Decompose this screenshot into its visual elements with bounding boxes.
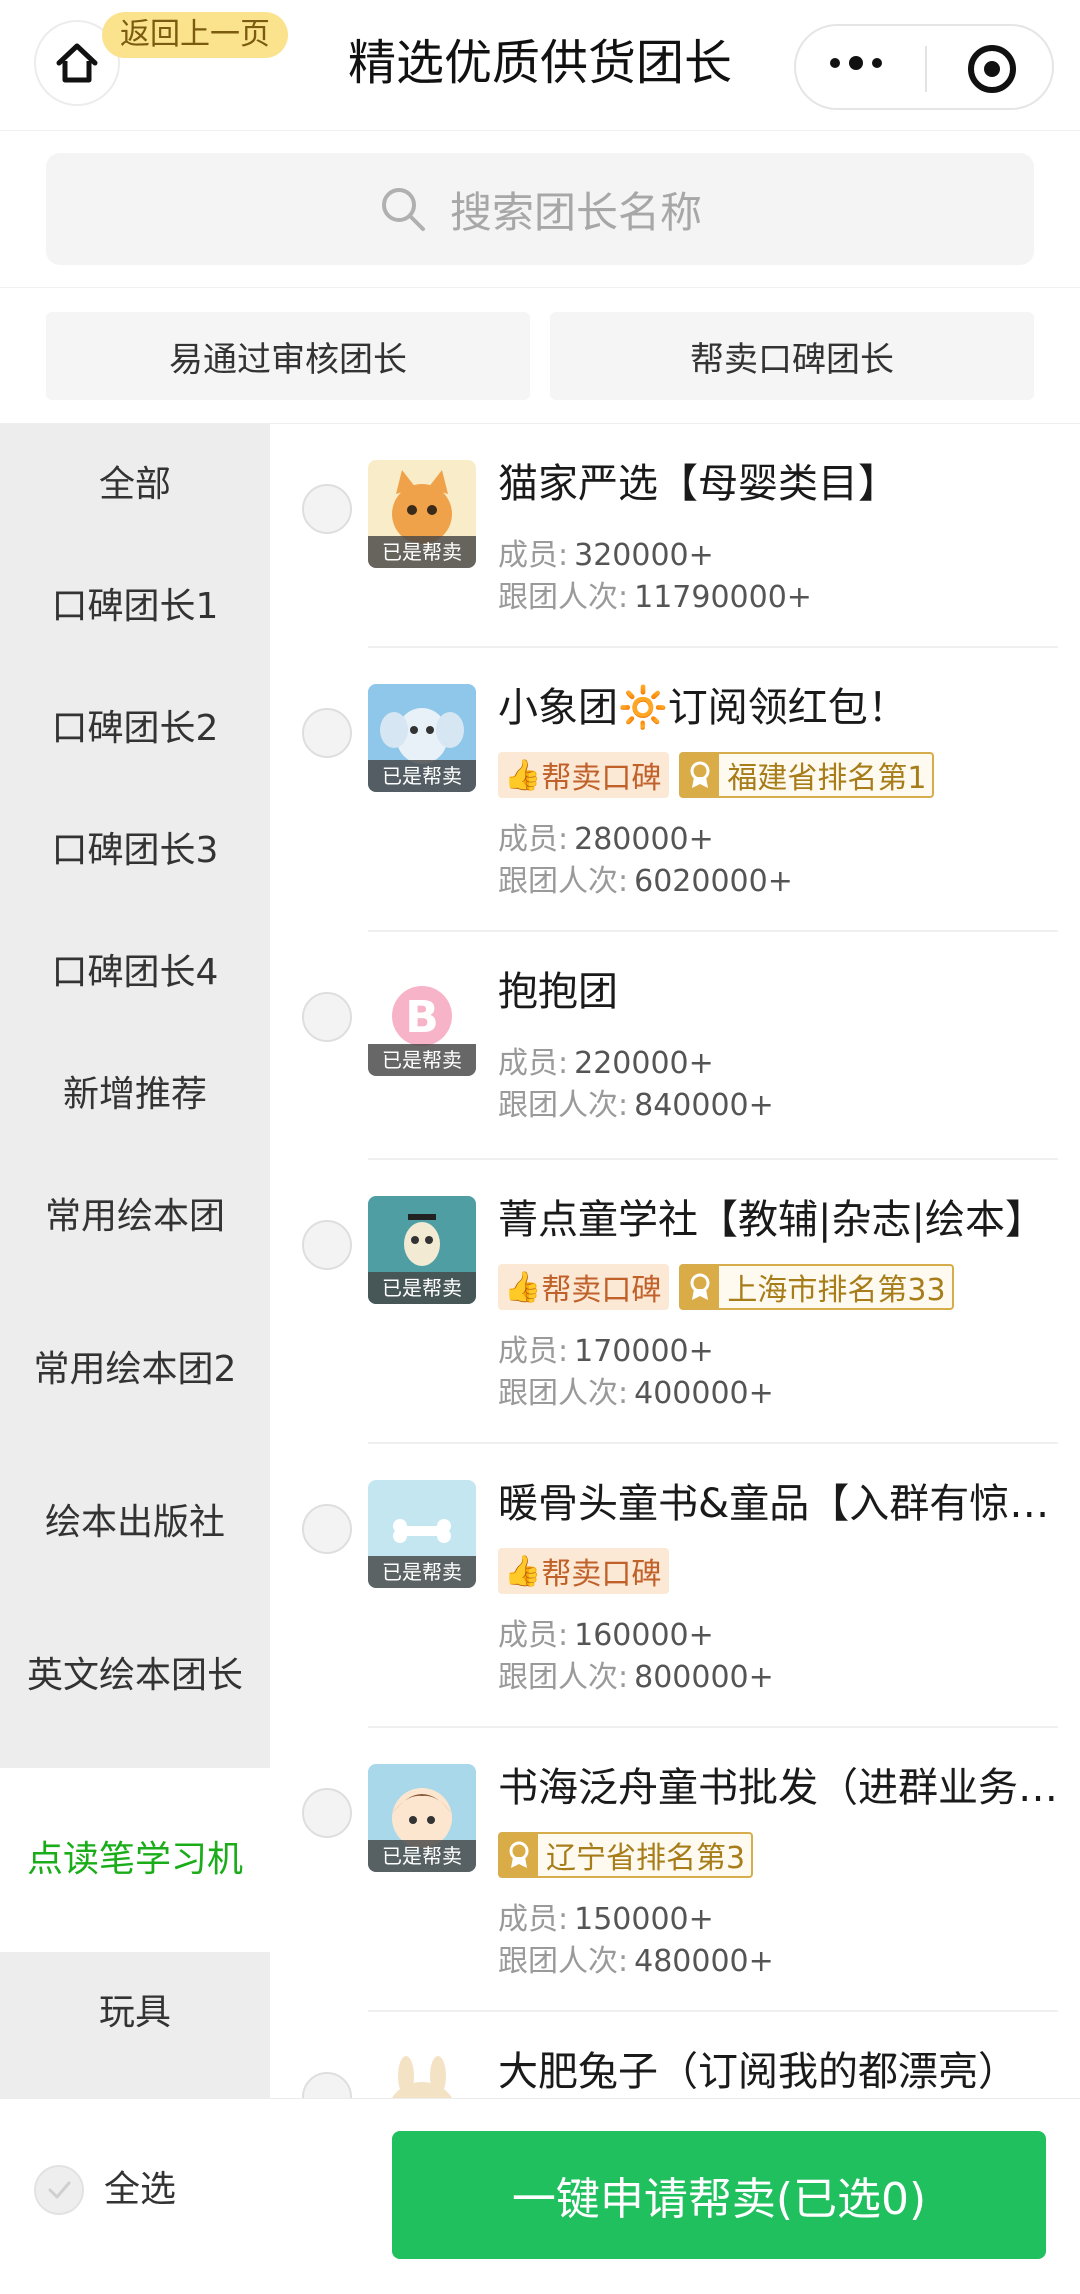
search-area: 搜索团长名称 (0, 130, 1080, 288)
avatar: 已是帮卖 (368, 1480, 476, 1588)
leader-name: 菁点童学社【教辅|杂志|绘本】 (498, 1197, 1045, 1243)
sidebar-item-new[interactable]: 新增推荐 (0, 1034, 270, 1156)
select-all-checkbox[interactable] (34, 2165, 84, 2215)
thumbs-up-icon: 👍 (504, 1269, 542, 1305)
avatar: 已是帮卖 (368, 1196, 476, 1304)
leader-name: 书海泛舟童书批发（进群业务咨询） (498, 1765, 1058, 1811)
select-radio[interactable] (302, 1220, 352, 1270)
leader-name: 猫家严选【母婴类目】 (498, 461, 898, 507)
visits-stat: 跟团人次: 480000+ (498, 1944, 774, 1979)
bottom-action-bar: 全选 一键申请帮卖(已选0) (0, 2098, 1080, 2294)
page-title: 精选优质供货团长 (347, 35, 732, 91)
sidebar-item-praise-4[interactable]: 口碑团长4 (0, 912, 270, 1034)
mini-program-capsule (794, 24, 1054, 110)
search-icon (381, 188, 425, 231)
filter-praise-leaders[interactable]: 帮卖口碑团长 (550, 312, 1034, 400)
capsule-divider (925, 46, 927, 92)
rabbit-avatar-icon (368, 2048, 476, 2098)
list-item[interactable]: 已是帮卖 书海泛舟童书批发（进群业务咨询） 辽宁省排名第3 成员:150000+… (270, 1728, 1080, 2012)
sidebar-item-praise-2[interactable]: 口碑团长2 (0, 668, 270, 790)
medal-icon (681, 1266, 720, 1308)
search-input[interactable]: 搜索团长名称 (46, 153, 1034, 265)
helping-tag: 已是帮卖 (368, 536, 476, 568)
visits-stat: 跟团人次: 6020000+ (498, 864, 793, 899)
helping-tag: 已是帮卖 (368, 1044, 476, 1076)
sidebar-item-reading-pen[interactable]: 点读笔学习机 (0, 1768, 270, 1952)
leader-name: 抱抱团 (498, 969, 618, 1015)
sidebar-item-toys[interactable]: 玩具 (0, 1952, 270, 2074)
medal-icon (681, 754, 720, 796)
praise-badge: 👍 帮卖口碑 (498, 1548, 670, 1594)
visits-stat: 跟团人次: 400000+ (498, 1376, 774, 1411)
rank-badge: 上海市排名第33 (679, 1264, 954, 1310)
target-icon[interactable] (968, 45, 1016, 93)
avatar: 已是帮卖 (368, 684, 476, 792)
sidebar-item-praise-1[interactable]: 口碑团长1 (0, 546, 270, 668)
badge-row: 👍 帮卖口碑 福建省排名第1 (498, 752, 935, 798)
list-item[interactable]: 已是帮卖 菁点童学社【教辅|杂志|绘本】 👍 帮卖口碑 上海市排名第33 成员: 1… (270, 1160, 1080, 1444)
badge-row: 👍 帮卖口碑 (498, 1548, 670, 1594)
more-icon[interactable] (830, 56, 882, 70)
members-stat: 成员: 280000+ (498, 822, 714, 857)
visits-stat: 跟团人次: 11790000+ (498, 580, 812, 615)
select-radio[interactable] (302, 708, 352, 758)
check-icon (48, 2181, 71, 2199)
search-placeholder: 搜索团长名称 (449, 187, 702, 237)
svg-text:B: B (405, 992, 439, 1043)
sidebar-item-all[interactable]: 全部 (0, 424, 270, 546)
members-stat: 成员: 320000+ (498, 538, 714, 573)
list-item[interactable]: 大肥兔子（订阅我的都漂亮） (270, 2012, 1080, 2098)
members-stat: 成员: 160000+ (498, 1618, 714, 1653)
filter-easy-approval[interactable]: 易通过审核团长 (46, 312, 530, 400)
helping-tag: 已是帮卖 (368, 1272, 476, 1304)
visits-stat: 跟团人次: 800000+ (498, 1660, 774, 1695)
list-item[interactable]: 已是帮卖 小象团🔆订阅领红包！ 👍 帮卖口碑 福建省排名第1 成员: 280000+… (270, 648, 1080, 932)
sidebar-item-publisher[interactable]: 绘本出版社 (0, 1462, 270, 1584)
leader-name: 大肥兔子（订阅我的都漂亮） (498, 2049, 1018, 2095)
select-radio[interactable] (302, 1504, 352, 1554)
leader-name: 暖骨头童书&童品【入群有惊喜】 (498, 1481, 1058, 1527)
select-radio[interactable] (302, 992, 352, 1042)
avatar (368, 2048, 476, 2098)
members-stat: 成员: 170000+ (498, 1334, 714, 1369)
thumbs-up-icon: 👍 (504, 757, 542, 793)
badge-row: 👍 帮卖口碑 上海市排名第33 (498, 1264, 954, 1310)
medal-icon (500, 1834, 538, 1876)
leader-list: 已是帮卖 猫家严选【母婴类目】 成员: 320000+ 跟团人次: 11790000… (270, 424, 1080, 2098)
sidebar-item-praise-3[interactable]: 口碑团长3 (0, 790, 270, 912)
avatar: 已是帮卖 (368, 460, 476, 568)
home-icon (56, 43, 98, 83)
helping-tag: 已是帮卖 (368, 760, 476, 792)
visits-stat: 跟团人次: 840000+ (498, 1088, 774, 1123)
category-sidebar: 全部 口碑团长1 口碑团长2 口碑团长3 口碑团长4 新增推荐 常用绘本团 常用… (0, 424, 270, 2098)
badge-row: 辽宁省排名第3 (498, 1832, 754, 1878)
helping-tag: 已是帮卖 (368, 1840, 476, 1872)
sidebar-item-english-books[interactable]: 英文绘本团长 (0, 1584, 270, 1768)
apply-helping-button[interactable]: 一键申请帮卖(已选0) (392, 2131, 1046, 2259)
leader-name: 小象团🔆订阅领红包！ (498, 685, 908, 731)
avatar: B 已是帮卖 (368, 968, 476, 1076)
members-stat: 成员: 220000+ (498, 1046, 714, 1081)
list-item[interactable]: B 已是帮卖 抱抱团 成员: 220000+ 跟团人次: 840000+ (270, 932, 1080, 1160)
select-radio[interactable] (302, 484, 352, 534)
avatar: 已是帮卖 (368, 1764, 476, 1872)
filter-bar: 易通过审核团长 帮卖口碑团长 (0, 288, 1080, 424)
select-radio[interactable] (302, 2072, 352, 2098)
members-stat: 成员: 150000+ (498, 1902, 714, 1937)
select-all-label[interactable]: 全选 (104, 2165, 176, 2215)
praise-badge: 👍 帮卖口碑 (498, 1264, 670, 1310)
thumbs-up-icon: 👍 (504, 1553, 542, 1589)
select-radio[interactable] (302, 1788, 352, 1838)
helping-tag: 已是帮卖 (368, 1556, 476, 1588)
rank-badge: 福建省排名第1 (679, 752, 935, 798)
back-button[interactable]: 返回上一页 (102, 12, 288, 58)
header-bar: 返回上一页 精选优质供货团长 (0, 0, 1080, 130)
rank-badge: 辽宁省排名第3 (498, 1832, 754, 1878)
list-item[interactable]: 已是帮卖 暖骨头童书&童品【入群有惊喜】 👍 帮卖口碑 成员: 160000+ 跟团… (270, 1444, 1080, 1728)
sidebar-item-picture-book[interactable]: 常用绘本团 (0, 1156, 270, 1278)
praise-badge: 👍 帮卖口碑 (498, 752, 670, 798)
sidebar-item-picture-book-2[interactable]: 常用绘本团2 (0, 1278, 270, 1462)
